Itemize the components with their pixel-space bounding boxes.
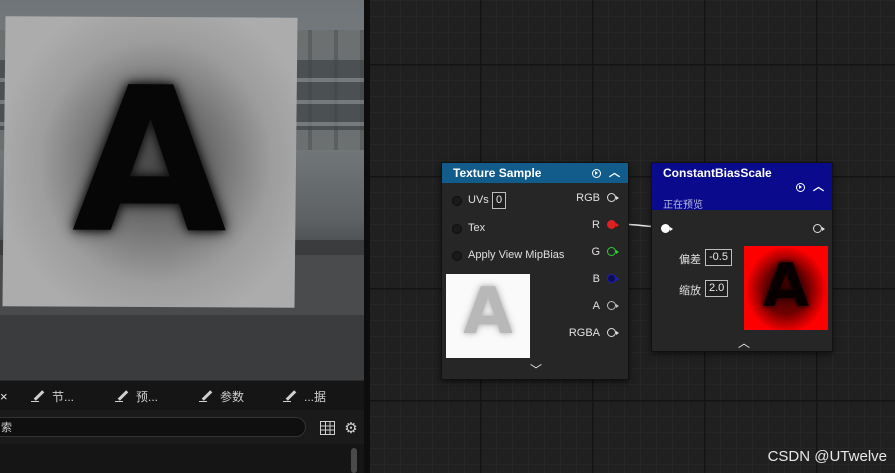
header-buttons: ︿ — [796, 182, 824, 193]
uvs-value[interactable]: 0 — [492, 192, 507, 209]
header-buttons: ︿ — [592, 168, 620, 179]
thumbnail-letter: A — [463, 275, 513, 349]
tab-parameters[interactable]: 参数 — [198, 381, 244, 411]
preview-plane-mesh: A — [2, 16, 298, 308]
mipbias-input-pin[interactable] — [452, 251, 462, 261]
uvs-input-pin[interactable] — [452, 196, 462, 206]
tab-label: 参数 — [220, 389, 245, 404]
chevron-up-icon[interactable]: ︿ — [609, 168, 620, 179]
output-pin[interactable] — [813, 224, 825, 233]
constant-bias-scale-node[interactable]: ConstantBiasScale 正在预览 ︿ 偏差 -0.5 缩放 2.0 … — [651, 162, 833, 352]
node-header[interactable]: ConstantBiasScale 正在预览 ︿ — [652, 163, 832, 211]
preview-toggle-icon[interactable] — [796, 182, 805, 192]
details-list-area — [0, 444, 364, 473]
r-label: R — [592, 219, 600, 231]
r-output-pin[interactable] — [607, 220, 619, 229]
tab-preview[interactable]: 预... — [114, 381, 158, 411]
tab-label: ...据 — [304, 389, 327, 404]
material-graph-canvas[interactable]: Texture Sample ︿ UVs 0 Tex Apply View Mi… — [370, 0, 895, 473]
pencil-icon — [282, 389, 298, 403]
preview-letter: A — [71, 44, 229, 279]
node-title: Texture Sample — [453, 166, 542, 180]
details-tab-bar: × 节... 预... 参数 ...据 — [0, 380, 364, 411]
rgb-output-pin[interactable] — [607, 193, 619, 202]
search-row: ⚙ — [0, 410, 364, 444]
g-label: G — [591, 246, 600, 258]
node-subtitle: 正在预览 — [663, 200, 703, 211]
b-output-pin[interactable] — [607, 274, 619, 283]
scrollbar[interactable] — [351, 448, 357, 473]
tab-label: 节... — [52, 389, 75, 404]
table-view-icon[interactable] — [318, 419, 336, 437]
texture-sample-node[interactable]: Texture Sample ︿ UVs 0 Tex Apply View Mi… — [441, 162, 629, 380]
rgb-label: RGB — [576, 192, 600, 204]
node-title: ConstantBiasScale — [663, 166, 772, 180]
tex-input-pin[interactable] — [452, 224, 462, 234]
preview-toggle-icon[interactable] — [592, 168, 601, 178]
a-label: A — [592, 300, 600, 312]
thumbnail-letter: A — [762, 251, 810, 321]
tex-label: Tex — [468, 222, 486, 234]
tab-data[interactable]: ...据 — [282, 381, 326, 411]
g-output-pin[interactable] — [607, 247, 619, 256]
tab-node[interactable]: 节... — [30, 381, 74, 411]
a-output-pin[interactable] — [607, 301, 619, 310]
gear-icon[interactable]: ⚙ — [342, 419, 360, 437]
rgba-output-pin[interactable] — [607, 328, 619, 337]
mipbias-label: Apply View MipBias — [468, 249, 565, 261]
input-pin[interactable] — [661, 224, 673, 233]
rgba-label: RGBA — [568, 327, 600, 339]
tab-label: 预... — [136, 389, 159, 404]
texture-preview-thumbnail[interactable]: A — [446, 274, 530, 358]
chevron-up-icon[interactable]: ︿ — [738, 334, 750, 351]
bias-scale-preview-thumbnail[interactable]: A — [744, 246, 828, 330]
close-icon[interactable]: × — [0, 389, 8, 404]
pencil-icon — [30, 389, 46, 403]
bias-label: 偏差 — [679, 254, 701, 266]
scale-value[interactable]: 2.0 — [705, 280, 729, 297]
pencil-icon — [114, 389, 130, 403]
uvs-label: UVs — [468, 194, 489, 206]
chevron-up-icon[interactable]: ︿ — [813, 182, 824, 193]
search-input[interactable] — [0, 417, 306, 437]
node-header[interactable]: Texture Sample ︿ — [442, 163, 628, 183]
b-label: B — [592, 273, 600, 285]
watermark: CSDN @UTwelve — [767, 448, 887, 465]
preview-viewport[interactable]: A — [0, 0, 364, 380]
tab-close[interactable]: × — [0, 381, 8, 411]
scale-label: 缩放 — [679, 285, 701, 297]
pencil-icon — [198, 389, 214, 403]
chevron-down-icon[interactable]: ﹀ — [530, 361, 542, 378]
bias-value[interactable]: -0.5 — [705, 249, 732, 266]
